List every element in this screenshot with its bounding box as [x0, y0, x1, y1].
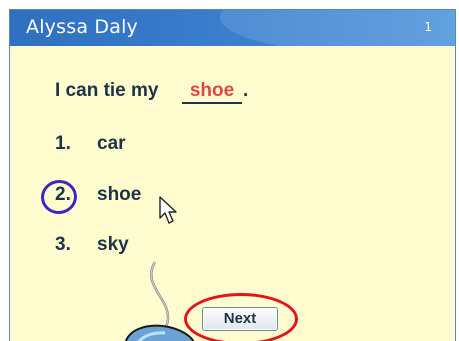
highlight-ellipse — [184, 293, 298, 341]
mouse-pointer-icon — [159, 196, 177, 224]
option-3-word[interactable]: sky — [97, 234, 129, 256]
student-name: Alyssa Daly — [26, 16, 138, 38]
answer-word: shoe — [189, 80, 235, 101]
page-number: 1 — [424, 20, 432, 34]
quiz-window: Alyssa Daly 1 I can tie my shoe . 1. car… — [9, 9, 456, 341]
answer-blank-line — [182, 102, 242, 104]
selection-circle — [38, 177, 80, 217]
option-1-number[interactable]: 1. — [55, 133, 71, 155]
title-bar: Alyssa Daly 1 — [10, 10, 455, 46]
question-text: I can tie my — [55, 80, 159, 101]
option-2-word[interactable]: shoe — [97, 184, 141, 206]
option-1-word[interactable]: car — [97, 133, 126, 155]
option-3-number[interactable]: 3. — [55, 234, 71, 256]
title-bar-gloss — [220, 10, 455, 46]
question-period: . — [243, 80, 249, 101]
